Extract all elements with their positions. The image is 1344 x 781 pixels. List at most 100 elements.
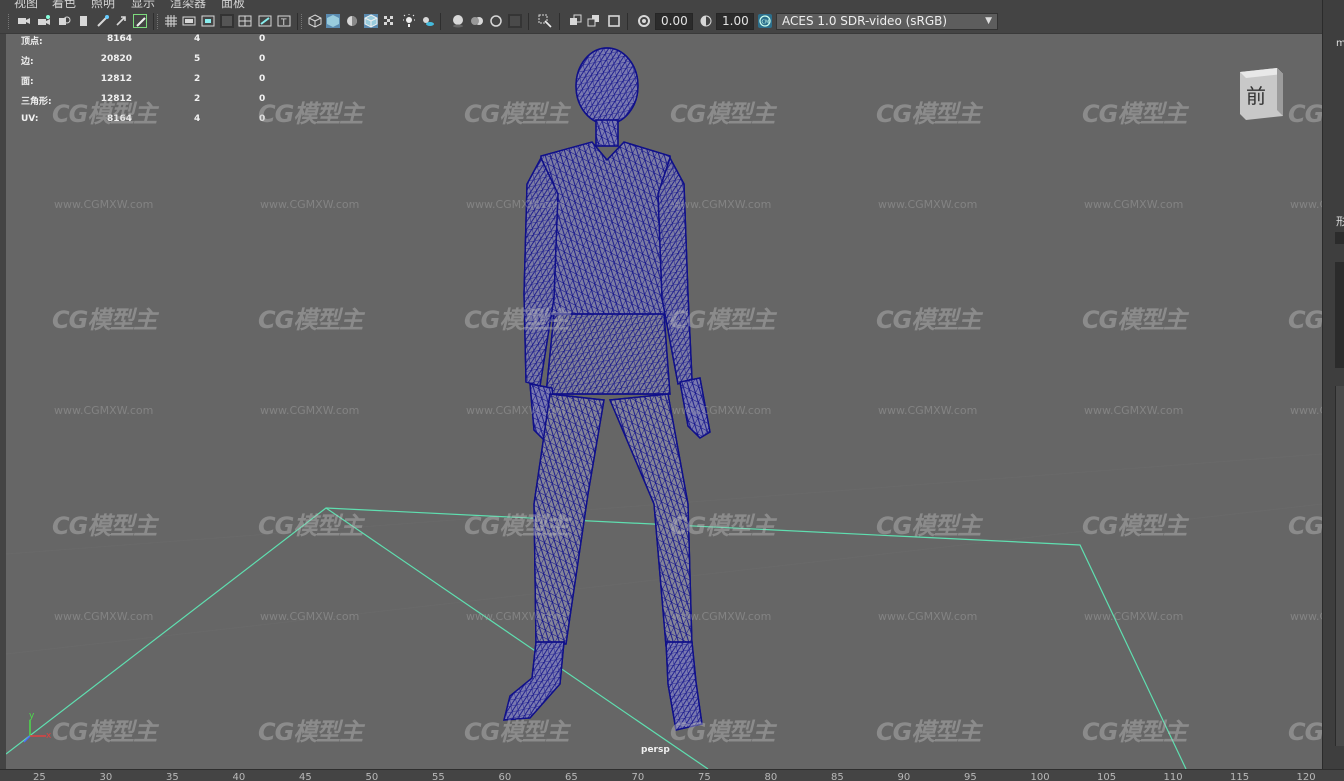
menu-renderer[interactable]: 渲染器 <box>170 0 206 9</box>
hud-verts-tri: 0 <box>259 34 266 44</box>
watermark-url: www.CGMXW.com <box>878 404 978 417</box>
watermark-logo: CG模型主 <box>464 100 569 128</box>
watermark-url: www.CGMXW.com <box>878 198 978 211</box>
menu-view[interactable]: 视图 <box>14 0 38 9</box>
watermark-logo: CG模型主 <box>258 306 363 334</box>
view-cube[interactable]: 前 <box>1236 66 1285 121</box>
ruler-tick-label: 105 <box>1097 772 1117 781</box>
anti-aliasing-icon[interactable] <box>489 14 503 28</box>
watermark-logo: CG模型主 <box>670 718 775 746</box>
toolbar-grip[interactable] <box>157 14 159 29</box>
ground-outline <box>6 507 1187 769</box>
right-panel-field[interactable] <box>1335 262 1344 368</box>
menu-shading[interactable]: 着色 <box>52 0 76 9</box>
watermark-logo: CG模型主 <box>876 512 981 540</box>
watermark-logo: CG模型主 <box>1288 306 1322 334</box>
watermark-url: www.CGMXW.com <box>878 610 978 623</box>
chevron-down-icon: ▼ <box>985 16 992 26</box>
safe-title-icon[interactable]: T <box>277 14 291 28</box>
menu-show[interactable]: 显示 <box>131 0 155 9</box>
time-slider-ruler[interactable]: 25 30 35 40 45 50 55 60 65 70 75 80 85 90 95 100 105 110 1… <box>0 769 1344 781</box>
ruler-tick-label: 100 <box>1030 772 1050 781</box>
watermark-logo: CG模型主 <box>52 512 157 540</box>
watermark-url: www.CGMXW.com <box>1290 404 1322 417</box>
camera-label: persp <box>641 745 670 755</box>
ruler-tick-label: 85 <box>831 772 844 781</box>
isolate-select-icon[interactable] <box>538 14 552 28</box>
select-camera-icon[interactable] <box>17 14 31 28</box>
watermark-logo: CG模型主 <box>258 100 363 128</box>
grid-icon[interactable] <box>164 14 178 28</box>
ruler-tick-label: 55 <box>432 772 445 781</box>
hud-label-edges: 边: <box>21 57 34 67</box>
hud-edges-total: 20820 <box>100 54 132 64</box>
xray-icon[interactable] <box>569 14 583 28</box>
gamma-icon[interactable] <box>699 14 713 28</box>
toolbar-separator <box>528 13 529 30</box>
color-space-dropdown[interactable]: ACES 1.0 SDR-video (sRGB) ▼ <box>776 13 998 30</box>
xray-joints-icon[interactable] <box>587 14 601 28</box>
toolbar-grip[interactable] <box>8 14 10 29</box>
watermark-url: www.CGMXW.com <box>672 404 772 417</box>
scene-canvas <box>6 47 1322 769</box>
hud-label-tris: 三角形: <box>21 97 52 107</box>
wireframe-on-shaded-icon[interactable] <box>364 14 378 28</box>
menu-panels[interactable]: 面板 <box>221 0 245 9</box>
bookmark-camera-icon[interactable] <box>57 14 71 28</box>
exposure-field[interactable]: 0.00 <box>655 13 693 30</box>
motion-blur-icon[interactable] <box>470 14 484 28</box>
2d-pan-zoom-icon[interactable] <box>96 14 110 28</box>
hud-label-faces: 面: <box>21 77 34 87</box>
watermark-logo: CG模型主 <box>876 100 981 128</box>
maya-window: 视图 着色 照明 显示 渲染器 面板 T 0.00 1.00 CM ACES 1… <box>0 0 1344 781</box>
smooth-shade-icon[interactable] <box>326 14 340 28</box>
film-gate-icon[interactable] <box>182 14 196 28</box>
gate-mask-icon[interactable] <box>220 14 234 28</box>
watermark-logo: CG模型主 <box>1288 512 1322 540</box>
grease-pencil-icon[interactable] <box>114 14 128 28</box>
watermark-logo: CG模型主 <box>1082 718 1187 746</box>
menu-lighting[interactable]: 照明 <box>91 0 115 9</box>
camera-attributes-icon[interactable] <box>37 14 51 28</box>
watermark-url: www.CGMXW.com <box>466 610 566 623</box>
ruler-tick-label: 25 <box>33 772 46 781</box>
watermark-logo: CG模型主 <box>1082 306 1187 334</box>
depth-of-field-icon[interactable] <box>508 14 522 28</box>
hud-edges-tri: 0 <box>259 54 266 64</box>
ruler-tick-label: 30 <box>99 772 113 781</box>
resolution-gate-icon[interactable] <box>201 14 215 28</box>
shadows-icon[interactable] <box>421 14 435 28</box>
exposure-icon[interactable] <box>637 14 651 28</box>
right-panel-field[interactable] <box>1335 232 1344 244</box>
safe-action-icon[interactable] <box>258 14 272 28</box>
watermark-logo: CG模型主 <box>52 100 157 128</box>
watermark-url: www.CGMXW.com <box>1290 610 1322 623</box>
perspective-viewport[interactable]: y x 顶点: 8164 4 0 边: 20820 5 0 面: 12812 2… <box>6 34 1322 769</box>
svg-text:T: T <box>280 18 287 28</box>
image-plane-icon[interactable] <box>77 14 91 28</box>
toolbar-grip[interactable] <box>301 14 303 29</box>
wireframe-toggle-icon[interactable] <box>133 14 147 28</box>
watermark-logo: CG模型主 <box>1288 718 1322 746</box>
watermark-logo: CG模型主 <box>876 718 981 746</box>
hud-label-uvs: UV: <box>21 114 39 124</box>
toolbar-separator <box>153 13 154 30</box>
wireframe-shading-icon[interactable] <box>308 14 322 28</box>
right-panel-label-2: 形 <box>1336 213 1344 229</box>
xray-active-components-icon[interactable] <box>607 14 621 28</box>
panel-menu-bar: 视图 着色 照明 显示 渲染器 面板 <box>0 0 1344 9</box>
watermark-logo: CG模型主 <box>670 512 775 540</box>
gamma-field[interactable]: 1.00 <box>716 13 754 30</box>
watermark-logo: CG模型主 <box>258 718 363 746</box>
watermark-url: www.CGMXW.com <box>1084 610 1184 623</box>
ruler-tick-label: 90 <box>897 772 911 781</box>
hud-verts-total: 8164 <box>106 34 132 44</box>
textured-icon[interactable] <box>382 14 396 28</box>
default-material-icon[interactable] <box>345 14 359 28</box>
use-all-lights-icon[interactable] <box>402 14 416 28</box>
screen-space-ao-icon[interactable] <box>451 14 465 28</box>
field-chart-icon[interactable] <box>238 14 252 28</box>
color-management-icon[interactable]: CM <box>758 14 772 28</box>
color-space-value: ACES 1.0 SDR-video (sRGB) <box>782 14 948 28</box>
watermark-logo: CG模型主 <box>258 512 363 540</box>
